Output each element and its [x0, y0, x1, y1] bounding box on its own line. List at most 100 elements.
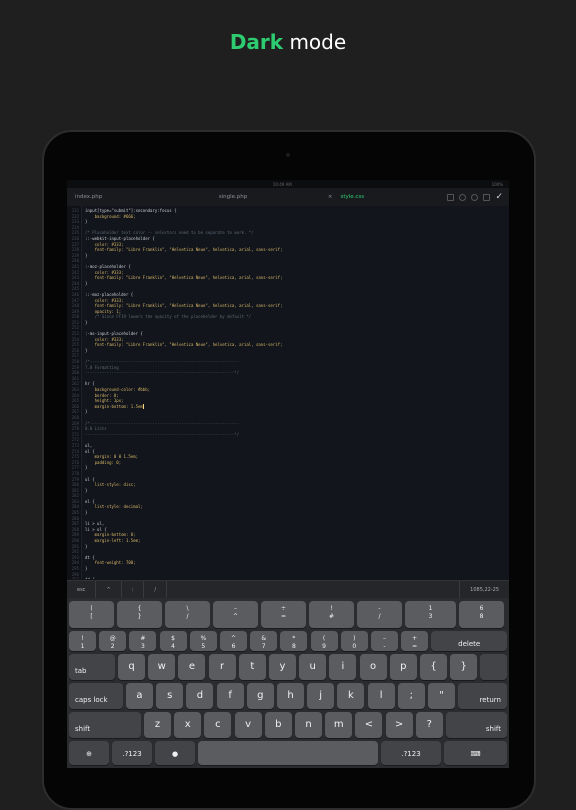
key-label: d — [196, 690, 204, 701]
letter-key-r[interactable]: r — [208, 654, 236, 680]
key-label: tab — [75, 667, 87, 675]
number-key[interactable]: – - — [371, 631, 398, 651]
number-key[interactable]: #3 — [129, 631, 157, 651]
letter-key-w[interactable]: w — [148, 654, 176, 680]
tab-key[interactable]: tab — [69, 654, 115, 680]
key-label: shift — [485, 725, 501, 733]
letter-key-i[interactable]: i — [329, 654, 357, 680]
up-arrow-button[interactable]: ^ — [96, 581, 122, 599]
code-text: } — [85, 219, 88, 225]
key-bottom-char: # — [328, 613, 335, 620]
settings-icon[interactable] — [471, 193, 479, 201]
number-key[interactable]: + = — [401, 631, 429, 651]
slash-button[interactable]: / — [144, 581, 168, 599]
number-key[interactable]: ^ 6 — [220, 631, 247, 651]
letter-key-g[interactable]: g — [246, 683, 274, 709]
code-editor[interactable]: 231 input[type="submit"]:secondary:focus … — [67, 206, 509, 579]
symbol-key[interactable]: ! # — [309, 601, 354, 628]
letter-key-v[interactable]: v — [234, 712, 262, 738]
brace-left-key[interactable]: { — [420, 654, 447, 680]
letter-key-x[interactable]: x — [174, 712, 202, 738]
semicolon-key[interactable]: ; — [397, 683, 425, 709]
letter-key-h[interactable]: h — [277, 683, 304, 709]
key-bottom-char: 3 — [428, 613, 433, 620]
symbol-key[interactable]: - / — [357, 601, 402, 628]
number-key[interactable]: (9 — [310, 631, 338, 651]
symbol-key[interactable]: 68 — [459, 601, 504, 628]
number-key[interactable]: @2 — [99, 631, 127, 651]
letter-key-d[interactable]: d — [186, 683, 214, 709]
caps-lock-key[interactable]: caps lock — [69, 683, 123, 709]
code-text: ----------------------------------------… — [85, 370, 240, 376]
letter-key-c[interactable]: c — [204, 712, 232, 738]
tab-label: single.php — [218, 194, 248, 200]
numbers-left-key[interactable]: .?123 — [112, 741, 152, 765]
code-line: 255 font-family: "Libre Franklin", "Helv… — [72, 342, 283, 348]
status-time: 10:49 AM — [272, 181, 292, 187]
key-top-char: ( — [90, 605, 93, 612]
checkmark-icon[interactable]: ✓ — [495, 188, 503, 206]
symbol-key[interactable]: 13 — [405, 601, 456, 628]
key-top-char: $ — [171, 635, 175, 642]
shift-left-key[interactable]: shift — [69, 712, 141, 738]
number-key[interactable]: & 7 — [250, 631, 278, 651]
expand-icon[interactable] — [483, 193, 491, 201]
code-text: } — [85, 409, 88, 415]
lt-comma-key[interactable]: < — [355, 712, 383, 738]
letter-key-z[interactable]: z — [144, 712, 171, 738]
number-key[interactable]: % 5 — [189, 631, 217, 651]
number-key[interactable]: ) 0 — [340, 631, 368, 651]
keyboard-dismiss-icon[interactable]: ⌨ — [444, 741, 507, 765]
tab-single-php[interactable]: single.php — [163, 188, 303, 206]
letter-key-k[interactable]: k — [337, 683, 365, 709]
shift-right-key[interactable]: shift — [446, 712, 507, 738]
close-tab-icon[interactable]: × — [328, 194, 333, 200]
number-key[interactable]: $4 — [159, 631, 187, 651]
letter-key-u[interactable]: u — [299, 654, 327, 680]
globe-icon[interactable]: ⊕ — [69, 741, 109, 765]
key-label: z — [154, 719, 161, 730]
letter-key-e[interactable]: e — [178, 654, 206, 680]
text-cursor — [142, 403, 144, 409]
letter-key-j[interactable]: j — [307, 683, 335, 709]
microphone-icon[interactable]: ● — [155, 741, 195, 765]
space-bar[interactable] — [198, 741, 378, 765]
question-slash-key[interactable]: ? — [415, 712, 443, 738]
letter-key-t[interactable]: t — [238, 654, 266, 680]
tab-index-php[interactable]: index.php — [67, 188, 163, 206]
symbol-key[interactable]: ([ — [69, 601, 114, 628]
letter-key-m[interactable]: m — [325, 712, 353, 738]
brace-right-key[interactable]: } — [450, 654, 478, 680]
letter-key-y[interactable]: y — [269, 654, 296, 680]
letter-key-f[interactable]: f — [216, 683, 244, 709]
number-key[interactable]: * 8 — [280, 631, 308, 651]
letter-key-n[interactable]: n — [295, 712, 322, 738]
letter-key-q[interactable]: q — [118, 654, 145, 680]
eye-icon[interactable] — [459, 193, 467, 201]
number-key[interactable]: ! 1 — [69, 631, 96, 651]
symbol-key[interactable]: {} — [117, 601, 162, 628]
letter-key-p[interactable]: p — [389, 654, 417, 680]
letter-key-b[interactable]: b — [264, 712, 292, 738]
symbol-key[interactable]: – ^ — [213, 601, 258, 628]
tab-style-css[interactable]: × style.css — [303, 188, 389, 206]
key-label: e — [188, 661, 195, 672]
code-area[interactable]: 231 input[type="submit"]:secondary:focus … — [72, 208, 283, 579]
symbol-key[interactable]: \ / — [165, 601, 210, 628]
backslash-key[interactable] — [480, 654, 507, 680]
numbers-right-key[interactable]: .?123 — [381, 741, 441, 765]
key-top-char: # — [140, 635, 146, 642]
letter-key-a[interactable]: a — [126, 683, 153, 709]
delete-key[interactable]: delete — [431, 631, 507, 651]
letter-key-s[interactable]: s — [156, 683, 184, 709]
quote-key[interactable]: " — [428, 683, 455, 709]
return-key[interactable]: return — [458, 683, 507, 709]
code-text: } — [85, 510, 88, 516]
gt-period-key[interactable]: > — [385, 712, 413, 738]
letter-key-o[interactable]: o — [359, 654, 387, 680]
esc-button[interactable]: esc — [67, 581, 97, 599]
symbol-key[interactable]: ÷ = — [261, 601, 306, 628]
share-icon[interactable] — [447, 193, 455, 201]
letter-key-l[interactable]: l — [367, 683, 395, 709]
colon-button[interactable]: : — [122, 581, 145, 599]
